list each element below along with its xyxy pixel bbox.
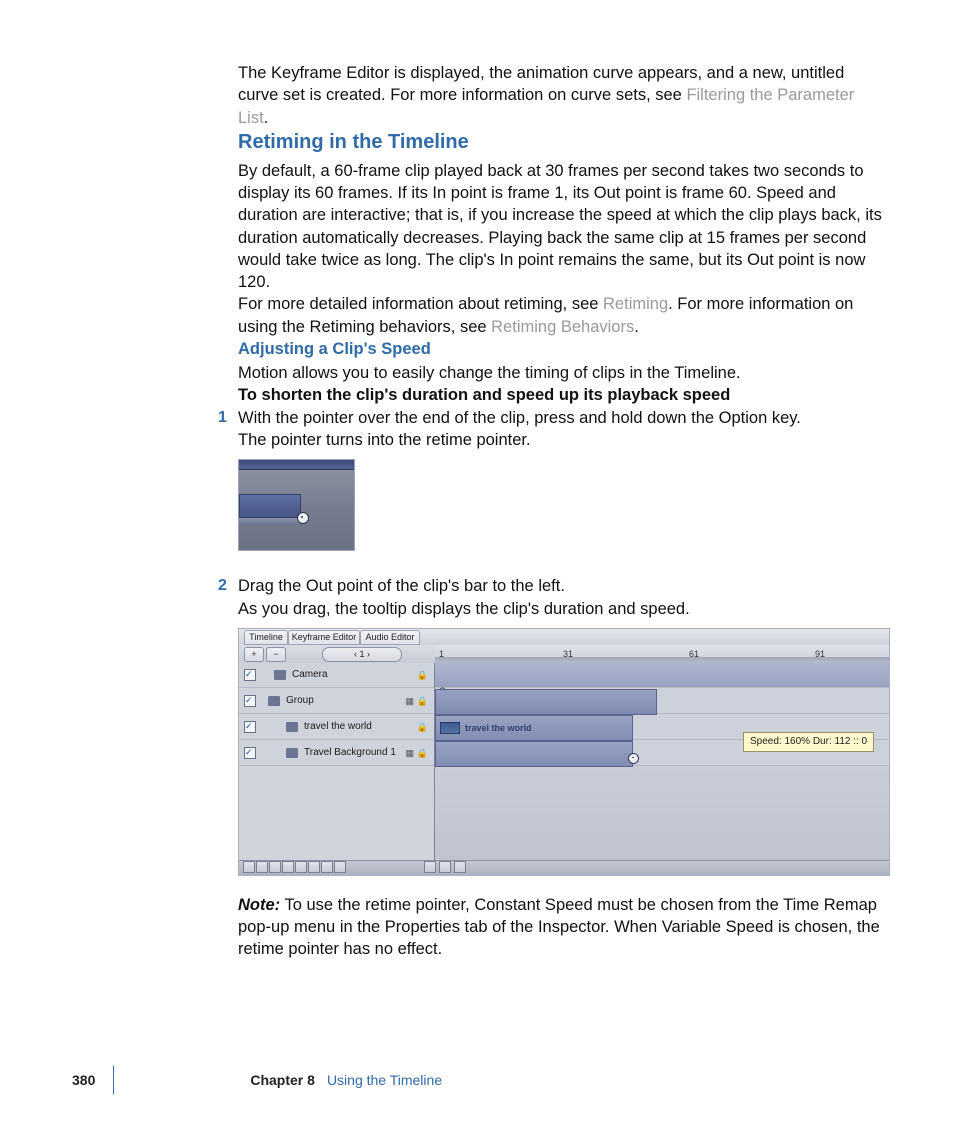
tab-audio-editor[interactable]: Audio Editor: [360, 630, 420, 645]
timeline-bottom-toolbar: [239, 860, 889, 875]
section-para-1: By default, a 60-frame clip played back …: [238, 160, 888, 294]
toolbar-icon[interactable]: [439, 861, 451, 873]
step-2: 2 Drag the Out point of the clip's bar t…: [238, 575, 888, 876]
group-icon: [268, 696, 280, 706]
p2-a: For more detailed information about reti…: [238, 295, 603, 313]
lock-icon[interactable]: 🔒: [417, 695, 428, 707]
checkbox-icon[interactable]: [244, 669, 256, 681]
stack-icon[interactable]: ▦: [405, 747, 414, 759]
toolbar-icon[interactable]: [321, 861, 333, 873]
retime-pointer-icon: [628, 753, 639, 764]
retime-tooltip: Speed: 160% Dur: 112 :: 0: [743, 732, 874, 752]
step-1-number: 1: [218, 407, 227, 429]
section-heading-retiming: Retiming in the Timeline: [238, 129, 888, 156]
layer-row-travel[interactable]: travel the world 🔒: [239, 715, 434, 740]
clip-icon: [286, 748, 298, 758]
checkbox-icon[interactable]: [244, 721, 256, 733]
link-retiming[interactable]: Retiming: [603, 295, 668, 313]
fig1-lower-bar: [239, 518, 299, 525]
checkbox-icon[interactable]: [244, 695, 256, 707]
clip-bar-travel[interactable]: travel the world: [435, 715, 633, 741]
timeline-ruler[interactable]: 1 31 61 91 121: [435, 645, 889, 664]
fig1-top-bar: [239, 460, 354, 470]
intro-paragraph: The Keyframe Editor is displayed, the an…: [238, 62, 888, 129]
clip-bar-group[interactable]: [435, 689, 657, 715]
tab-timeline[interactable]: Timeline: [244, 630, 288, 645]
toolbar-icon[interactable]: [334, 861, 346, 873]
clip-bar-background[interactable]: [435, 741, 633, 767]
timeline-tabbar: Timeline Keyframe Editor Audio Editor: [239, 629, 889, 646]
content-column: The Keyframe Editor is displayed, the an…: [238, 62, 888, 961]
clip-icon: [286, 722, 298, 732]
frame-arrow-right-icon[interactable]: ›: [365, 649, 371, 659]
zoom-in-button[interactable]: +: [244, 647, 264, 662]
note-paragraph: Note: To use the retime pointer, Constan…: [238, 894, 888, 961]
section-para-2: For more detailed information about reti…: [238, 293, 888, 338]
ruler-tick-91: 91: [815, 648, 825, 660]
clip-label: travel the world: [465, 722, 532, 734]
chapter-label: Chapter 8: [250, 1072, 315, 1088]
layer-label: travel the world: [304, 720, 372, 734]
zoom-out-button[interactable]: −: [266, 647, 286, 662]
page: The Keyframe Editor is displayed, the an…: [0, 0, 954, 1145]
checkbox-icon[interactable]: [244, 747, 256, 759]
toolbar-icon[interactable]: [308, 861, 320, 873]
chapter-title: Using the Timeline: [327, 1072, 442, 1088]
step-1-result: The pointer turns into the retime pointe…: [238, 429, 888, 451]
lock-icon[interactable]: 🔒: [417, 669, 428, 681]
ruler-tick-61: 61: [689, 648, 699, 660]
track-empty-area: [435, 767, 889, 861]
timeline-layer-list: Camera 🔒 Group ▦ 🔒 travel the world: [239, 663, 435, 861]
subheading-adjusting-speed: Adjusting a Clip's Speed: [238, 338, 888, 360]
ruler-tick-31: 31: [563, 648, 573, 660]
ruler-tick-1: 1: [439, 648, 444, 660]
toolbar-icon[interactable]: [269, 861, 281, 873]
footer-divider: [113, 1066, 114, 1094]
lock-icon[interactable]: 🔒: [417, 721, 428, 733]
figure-timeline-screenshot: Timeline Keyframe Editor Audio Editor + …: [238, 628, 890, 876]
fig1-clip-bar: [239, 494, 301, 518]
sub-text: Motion allows you to easily change the t…: [238, 362, 888, 384]
layer-label: Travel Background 1: [304, 746, 396, 760]
toolbar-icon[interactable]: [424, 861, 436, 873]
layer-row-camera[interactable]: Camera 🔒: [239, 663, 434, 688]
layer-row-group[interactable]: Group ▦ 🔒: [239, 689, 434, 714]
toolbar-icon[interactable]: [243, 861, 255, 873]
layer-label: Camera: [292, 668, 328, 682]
note-label: Note:: [238, 896, 280, 914]
p2-c: .: [634, 318, 639, 336]
lock-icon[interactable]: 🔒: [417, 747, 428, 759]
page-footer: 380 Chapter 8 Using the Timeline: [72, 1065, 442, 1095]
track-row-camera: Camera: [435, 663, 889, 688]
step-2-text: Drag the Out point of the clip's bar to …: [238, 575, 888, 597]
step-2-result: As you drag, the tooltip displays the cl…: [238, 598, 888, 620]
page-number: 380: [72, 1072, 95, 1088]
toolbar-icon[interactable]: [454, 861, 466, 873]
step-2-number: 2: [218, 575, 227, 597]
link-retiming-behaviors[interactable]: Retiming Behaviors: [491, 318, 634, 336]
tab-keyframe-editor[interactable]: Keyframe Editor: [288, 630, 360, 645]
note-text: To use the retime pointer, Constant Spee…: [238, 896, 880, 959]
current-frame-indicator[interactable]: ‹ 1 ›: [322, 647, 402, 662]
toolbar-icon[interactable]: [256, 861, 268, 873]
layer-label: Group: [286, 694, 314, 708]
task-title: To shorten the clip's duration and speed…: [238, 384, 888, 406]
figure-retime-pointer: [238, 459, 355, 551]
camera-icon: [274, 670, 286, 680]
intro-text-b: .: [264, 109, 269, 127]
step-1: 1 With the pointer over the end of the c…: [238, 407, 888, 552]
toolbar-icon[interactable]: [282, 861, 294, 873]
stack-icon[interactable]: ▦: [405, 695, 414, 707]
layer-row-background[interactable]: Travel Background 1 ▦ 🔒: [239, 741, 434, 766]
clip-thumbnail-icon: [440, 722, 460, 734]
toolbar-icon[interactable]: [295, 861, 307, 873]
step-1-text: With the pointer over the end of the cli…: [238, 407, 888, 429]
timeline-tracks-area: 1 31 61 91 121 Camera: [435, 645, 889, 861]
